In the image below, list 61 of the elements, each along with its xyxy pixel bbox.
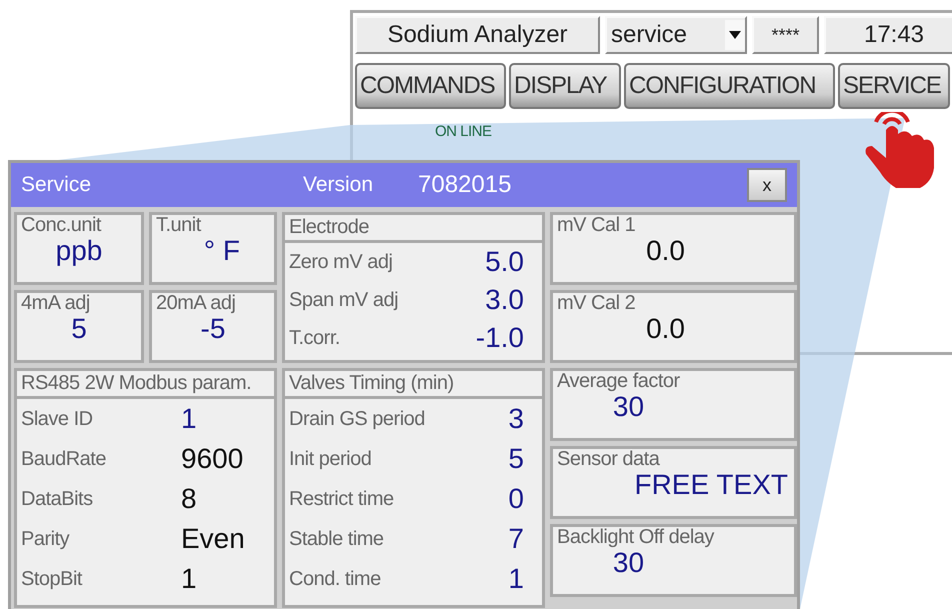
setting-value[interactable]: 5 [508,443,524,475]
setting-label: T.corr. [289,326,340,350]
setting-value[interactable]: 1 [181,403,197,435]
group-title: RS485 2W Modbus param. [17,371,274,399]
setting-label: Slave ID [21,408,94,430]
setting-value[interactable]: 5 [71,314,87,344]
password-field[interactable]: **** [752,16,819,54]
setting-value[interactable]: 3 [508,403,524,435]
setting-value[interactable]: ° F [204,236,240,266]
status-text: ON LINE [435,123,492,140]
setting-label: Init period [289,448,372,470]
setting-value[interactable]: 3.0 [485,284,524,316]
tab[interactable]: SERVICE [838,63,950,109]
setting-value[interactable]: -1.0 [476,322,524,354]
dialog-title: Service [21,173,92,197]
caret-icon [729,31,741,39]
setting-label: Stable time [289,528,384,550]
setting-label: StopBit [21,568,84,590]
version-number: 7082015 [418,171,512,199]
setting-label: Restrict time [289,488,394,510]
setting-value[interactable]: FREE TEXT [634,470,788,500]
setting-label: Sensor data [557,449,661,470]
setting-label: Span mV adj [289,288,398,312]
setting-value[interactable]: 0.0 [646,314,685,344]
setting-label: DataBits [21,488,94,510]
setting-label: Parity [21,528,70,550]
setting-value[interactable]: 30 [612,392,644,422]
setting-value[interactable]: 5.0 [485,246,524,278]
setting-label: mV Cal 1 [557,215,636,236]
user-dropdown[interactable]: service [605,16,747,54]
setting-value[interactable]: ppb [56,236,102,266]
setting-label: Conc.unit [21,215,102,236]
setting-value[interactable]: 0 [508,483,524,515]
setting-label: Drain GS period [289,408,425,430]
title-field: Sodium Analyzer [355,16,600,54]
setting-value[interactable]: 9600 [181,443,244,475]
setting-value[interactable]: 7 [508,523,524,555]
tab[interactable]: COMMANDS [355,63,506,109]
setting-value[interactable]: 8 [181,483,197,515]
setting-value[interactable]: Even [181,523,245,555]
setting-label: 4mA adj [21,293,91,314]
setting-value[interactable]: 30 [612,548,644,578]
setting-label: Backlight Off delay [557,527,716,548]
setting-value[interactable]: -5 [200,314,226,344]
setting-label: BaudRate [21,448,107,470]
close-button[interactable]: x [747,168,787,202]
setting-value[interactable]: 1 [508,563,524,595]
setting-label: Zero mV adj [289,250,392,274]
group-title: Electrode [285,215,542,243]
setting-label: T.unit [156,215,202,236]
setting-label: Average factor [557,371,681,392]
setting-value[interactable]: 0.0 [646,236,685,266]
tab[interactable]: CONFIGURATION [624,63,835,109]
version-label: Version [303,173,374,197]
group-title: Valves Timing (min) [285,371,542,399]
tab[interactable]: DISPLAY [509,63,621,109]
setting-value[interactable]: 1 [181,563,197,595]
setting-label: 20mA adj [156,293,236,314]
setting-label: mV Cal 2 [557,293,636,314]
clock-display: 17:43 [824,16,952,54]
setting-label: Cond. time [289,568,381,590]
